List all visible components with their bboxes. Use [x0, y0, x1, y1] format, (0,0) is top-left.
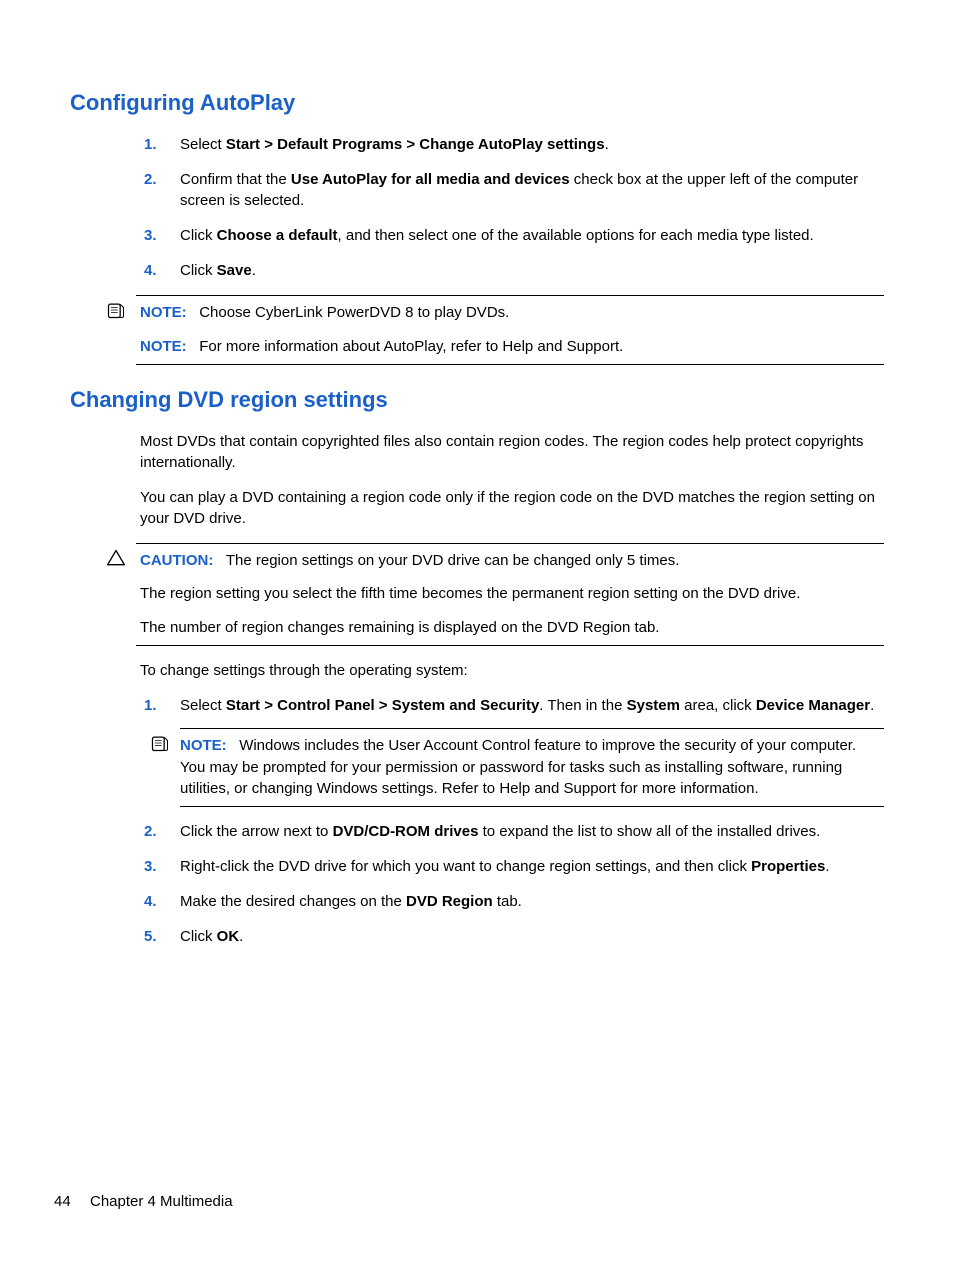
autoplay-content: Select Start > Default Programs > Change…: [140, 134, 884, 281]
para-change-settings: To change settings through the operating…: [140, 660, 884, 681]
caution-body-2: The number of region changes remaining i…: [140, 617, 884, 639]
caution-text: The region settings on your DVD drive ca…: [226, 552, 680, 569]
dvd-step-5: Click OK.: [180, 926, 884, 947]
note-label: NOTE:: [140, 304, 187, 321]
dvd-steps: Select Start > Control Panel > System an…: [180, 695, 884, 947]
section-heading-autoplay: Configuring AutoPlay: [70, 90, 884, 116]
step-4: Click Save.: [180, 260, 884, 281]
page-number: 44: [54, 1193, 90, 1210]
inner-note-block: NOTE: Windows includes the User Account …: [180, 728, 884, 807]
note-label-2: NOTE:: [140, 338, 187, 355]
dvd-steps-block: Select Start > Control Panel > System an…: [140, 695, 884, 947]
step-3: Click Choose a default, and then select …: [180, 225, 884, 246]
step-1: Select Start > Default Programs > Change…: [180, 134, 884, 155]
note-text: Choose CyberLink PowerDVD 8 to play DVDs…: [199, 304, 509, 321]
chapter-label: Chapter 4 Multimedia: [90, 1193, 233, 1210]
inner-note-label: NOTE:: [180, 737, 227, 754]
para-region-intro-1: Most DVDs that contain copyrighted files…: [140, 431, 884, 473]
para-region-intro-2: You can play a DVD containing a region c…: [140, 487, 884, 529]
note-text-2: For more information about AutoPlay, ref…: [199, 338, 623, 355]
caution-block: CAUTION: The region settings on your DVD…: [136, 543, 884, 646]
caution-icon: [106, 548, 126, 575]
caution-body-1: The region setting you select the fifth …: [140, 583, 884, 605]
dvd-step-1: Select Start > Control Panel > System an…: [180, 695, 884, 807]
note-icon: [150, 733, 170, 760]
step-2: Confirm that the Use AutoPlay for all me…: [180, 169, 884, 211]
note-block-1: NOTE: Choose CyberLink PowerDVD 8 to pla…: [136, 295, 884, 365]
page-footer: 44Chapter 4 Multimedia: [54, 1193, 233, 1210]
note-icon: [106, 300, 126, 327]
autoplay-steps: Select Start > Default Programs > Change…: [180, 134, 884, 281]
dvd-step-2: Click the arrow next to DVD/CD-ROM drive…: [180, 821, 884, 842]
dvd-step-3: Right-click the DVD drive for which you …: [180, 856, 884, 877]
inner-note-text: Windows includes the User Account Contro…: [180, 737, 856, 798]
section-heading-dvd-region: Changing DVD region settings: [70, 387, 884, 413]
caution-label: CAUTION:: [140, 552, 213, 569]
dvd-step-4: Make the desired changes on the DVD Regi…: [180, 891, 884, 912]
